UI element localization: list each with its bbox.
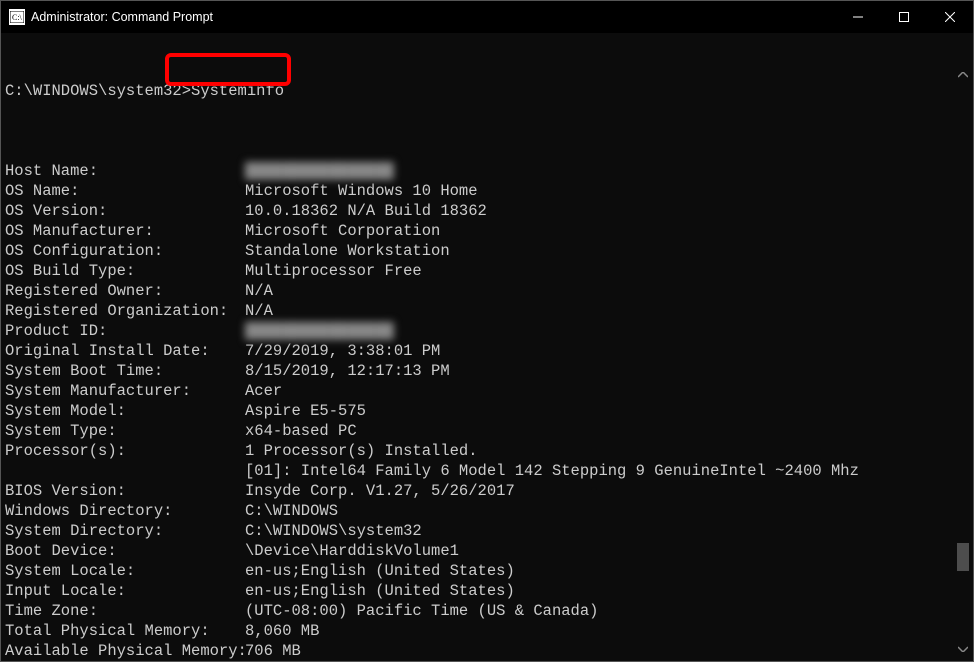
cmd-window: C:\ Administrator: Command Prompt C:\WIN…	[0, 0, 974, 662]
output-label: System Model:	[5, 401, 245, 421]
output-row: OS Manufacturer:Microsoft Corporation	[5, 221, 969, 241]
output-label: System Boot Time:	[5, 361, 245, 381]
output-value: Standalone Workstation	[245, 241, 969, 261]
output-value: x64-based PC	[245, 421, 969, 441]
output-row: Input Locale:en-us;English (United State…	[5, 581, 969, 601]
output-row: Host Name:████████████████	[5, 161, 969, 181]
vertical-scrollbar[interactable]	[955, 67, 971, 657]
window-title: Administrator: Command Prompt	[31, 10, 213, 24]
output-label: Host Name:	[5, 161, 245, 181]
output-row: System Model:Aspire E5-575	[5, 401, 969, 421]
output-label: Product ID:	[5, 321, 245, 341]
output-label: Windows Directory:	[5, 501, 245, 521]
minimize-button[interactable]	[835, 1, 881, 33]
output-value: C:\WINDOWS\system32	[245, 521, 969, 541]
output-row: Boot Device:\Device\HarddiskVolume1	[5, 541, 969, 561]
close-button[interactable]	[927, 1, 973, 33]
output-row: Processor(s):1 Processor(s) Installed.	[5, 441, 969, 461]
redacted-value: ████████████████	[245, 161, 394, 181]
output-label: OS Manufacturer:	[5, 221, 245, 241]
output-label: System Type:	[5, 421, 245, 441]
output-label: System Locale:	[5, 561, 245, 581]
output-row: OS Version:10.0.18362 N/A Build 18362	[5, 201, 969, 221]
output-value: en-us;English (United States)	[245, 581, 969, 601]
output-row: Available Physical Memory:706 MB	[5, 641, 969, 661]
output-row: Registered Owner:N/A	[5, 281, 969, 301]
output-label: OS Build Type:	[5, 261, 245, 281]
output-value: Insyde Corp. V1.27, 5/26/2017	[245, 481, 969, 501]
output-value: 7/29/2019, 3:38:01 PM	[245, 341, 969, 361]
output-value: ████████████████	[245, 321, 969, 341]
output-label: Registered Owner:	[5, 281, 245, 301]
output-value: Microsoft Windows 10 Home	[245, 181, 969, 201]
terminal-output: C:\WINDOWS\system32>Systeminfo Host Name…	[1, 33, 973, 661]
output-row: Original Install Date:7/29/2019, 3:38:01…	[5, 341, 969, 361]
output-label: Boot Device:	[5, 541, 245, 561]
output-value: C:\WINDOWS	[245, 501, 969, 521]
output-label: Available Physical Memory:	[5, 641, 245, 661]
output-label: OS Version:	[5, 201, 245, 221]
output-row: System Type:x64-based PC	[5, 421, 969, 441]
output-value: en-us;English (United States)	[245, 561, 969, 581]
output-row: OS Name:Microsoft Windows 10 Home	[5, 181, 969, 201]
scroll-down-arrow-icon[interactable]	[955, 641, 971, 657]
output-value: N/A	[245, 301, 969, 321]
output-label: Input Locale:	[5, 581, 245, 601]
output-row: Total Physical Memory:8,060 MB	[5, 621, 969, 641]
output-label: Total Physical Memory:	[5, 621, 245, 641]
output-row: System Directory:C:\WINDOWS\system32	[5, 521, 969, 541]
output-label: Original Install Date:	[5, 341, 245, 361]
output-label: BIOS Version:	[5, 481, 245, 501]
scrollbar-track[interactable]	[955, 83, 971, 641]
output-row: System Manufacturer:Acer	[5, 381, 969, 401]
output-value: Aspire E5-575	[245, 401, 969, 421]
output-row: Windows Directory:C:\WINDOWS	[5, 501, 969, 521]
output-row: System Locale:en-us;English (United Stat…	[5, 561, 969, 581]
output-value: 10.0.18362 N/A Build 18362	[245, 201, 969, 221]
output-value: \Device\HarddiskVolume1	[245, 541, 969, 561]
output-label: System Manufacturer:	[5, 381, 245, 401]
output-value: 8,060 MB	[245, 621, 969, 641]
output-label: OS Configuration:	[5, 241, 245, 261]
output-row: Registered Organization:N/A	[5, 301, 969, 321]
output-value: [01]: Intel64 Family 6 Model 142 Steppin…	[245, 461, 969, 481]
output-value: Multiprocessor Free	[245, 261, 969, 281]
output-row: BIOS Version:Insyde Corp. V1.27, 5/26/20…	[5, 481, 969, 501]
titlebar[interactable]: C:\ Administrator: Command Prompt	[1, 1, 973, 33]
scroll-up-arrow-icon[interactable]	[955, 67, 971, 83]
output-value: (UTC-08:00) Pacific Time (US & Canada)	[245, 601, 969, 621]
output-label: Registered Organization:	[5, 301, 245, 321]
output-label	[5, 461, 245, 481]
output-label: Processor(s):	[5, 441, 245, 461]
output-label: Time Zone:	[5, 601, 245, 621]
output-value: 1 Processor(s) Installed.	[245, 441, 969, 461]
output-value: ████████████████	[245, 161, 969, 181]
output-label: OS Name:	[5, 181, 245, 201]
scrollbar-thumb[interactable]	[957, 543, 969, 571]
output-row: OS Build Type:Multiprocessor Free	[5, 261, 969, 281]
svg-text:C:\: C:\	[12, 13, 23, 22]
output-value: 706 MB	[245, 641, 969, 661]
terminal-area[interactable]: C:\WINDOWS\system32>Systeminfo Host Name…	[1, 33, 973, 661]
output-row: OS Configuration:Standalone Workstation	[5, 241, 969, 261]
output-label: System Directory:	[5, 521, 245, 541]
output-row: Time Zone:(UTC-08:00) Pacific Time (US &…	[5, 601, 969, 621]
output-value: 8/15/2019, 12:17:13 PM	[245, 361, 969, 381]
output-row: [01]: Intel64 Family 6 Model 142 Steppin…	[5, 461, 969, 481]
maximize-button[interactable]	[881, 1, 927, 33]
output-row: System Boot Time:8/15/2019, 12:17:13 PM	[5, 361, 969, 381]
entered-command: Systeminfo	[191, 82, 284, 100]
output-value: Acer	[245, 381, 969, 401]
output-value: N/A	[245, 281, 969, 301]
redacted-value: ████████████████	[245, 321, 394, 341]
prompt-path: C:\WINDOWS\system32>	[5, 82, 191, 100]
prompt-line: C:\WINDOWS\system32>Systeminfo	[5, 81, 969, 101]
output-value: Microsoft Corporation	[245, 221, 969, 241]
output-row: Product ID:████████████████	[5, 321, 969, 341]
cmd-icon: C:\	[9, 9, 25, 25]
